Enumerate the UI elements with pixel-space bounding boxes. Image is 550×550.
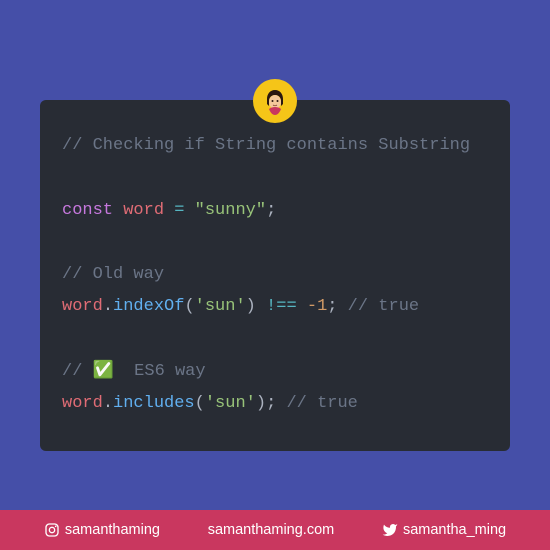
instagram-link[interactable]: samanthaming (44, 522, 160, 538)
code-comment-es6: // ✅ ES6 way (62, 362, 206, 381)
code-punct: ) (246, 297, 256, 316)
twitter-label: samantha_ming (403, 522, 506, 538)
code-punct: ; (266, 394, 276, 413)
code-punct: ; (266, 201, 276, 220)
code-keyword: const (62, 201, 113, 220)
code-punct: ; (327, 297, 337, 316)
code-punct: . (103, 297, 113, 316)
code-var: word (123, 201, 164, 220)
code-punct: ( (184, 297, 194, 316)
website-link[interactable]: samanthaming.com (208, 522, 335, 538)
code-punct: ( (195, 394, 205, 413)
code-string: 'sun' (205, 394, 256, 413)
code-comment-true: // true (337, 297, 419, 316)
code-op: = (164, 201, 195, 220)
code-punct: . (103, 394, 113, 413)
instagram-label: samanthaming (65, 522, 160, 538)
code-punct: ) (256, 394, 266, 413)
twitter-link[interactable]: samantha_ming (382, 522, 506, 538)
code-string: 'sun' (195, 297, 246, 316)
code-op: !== (256, 297, 307, 316)
code-number: -1 (307, 297, 327, 316)
instagram-icon (44, 522, 60, 538)
code-block: // Checking if String contains Substring… (40, 100, 510, 451)
code-string: "sunny" (195, 201, 266, 220)
code-method: includes (113, 394, 195, 413)
code-comment-title: // Checking if String contains Substring (62, 136, 470, 155)
avatar-icon (261, 87, 289, 115)
code-var: word (62, 297, 103, 316)
twitter-icon (382, 522, 398, 538)
avatar-badge (253, 79, 297, 123)
footer-bar: samanthaming samanthaming.com samantha_m… (0, 510, 550, 550)
code-var: word (62, 394, 103, 413)
code-method: indexOf (113, 297, 184, 316)
code-comment-old: // Old way (62, 265, 164, 284)
website-label: samanthaming.com (208, 522, 335, 538)
code-comment-true2: // true (276, 394, 358, 413)
